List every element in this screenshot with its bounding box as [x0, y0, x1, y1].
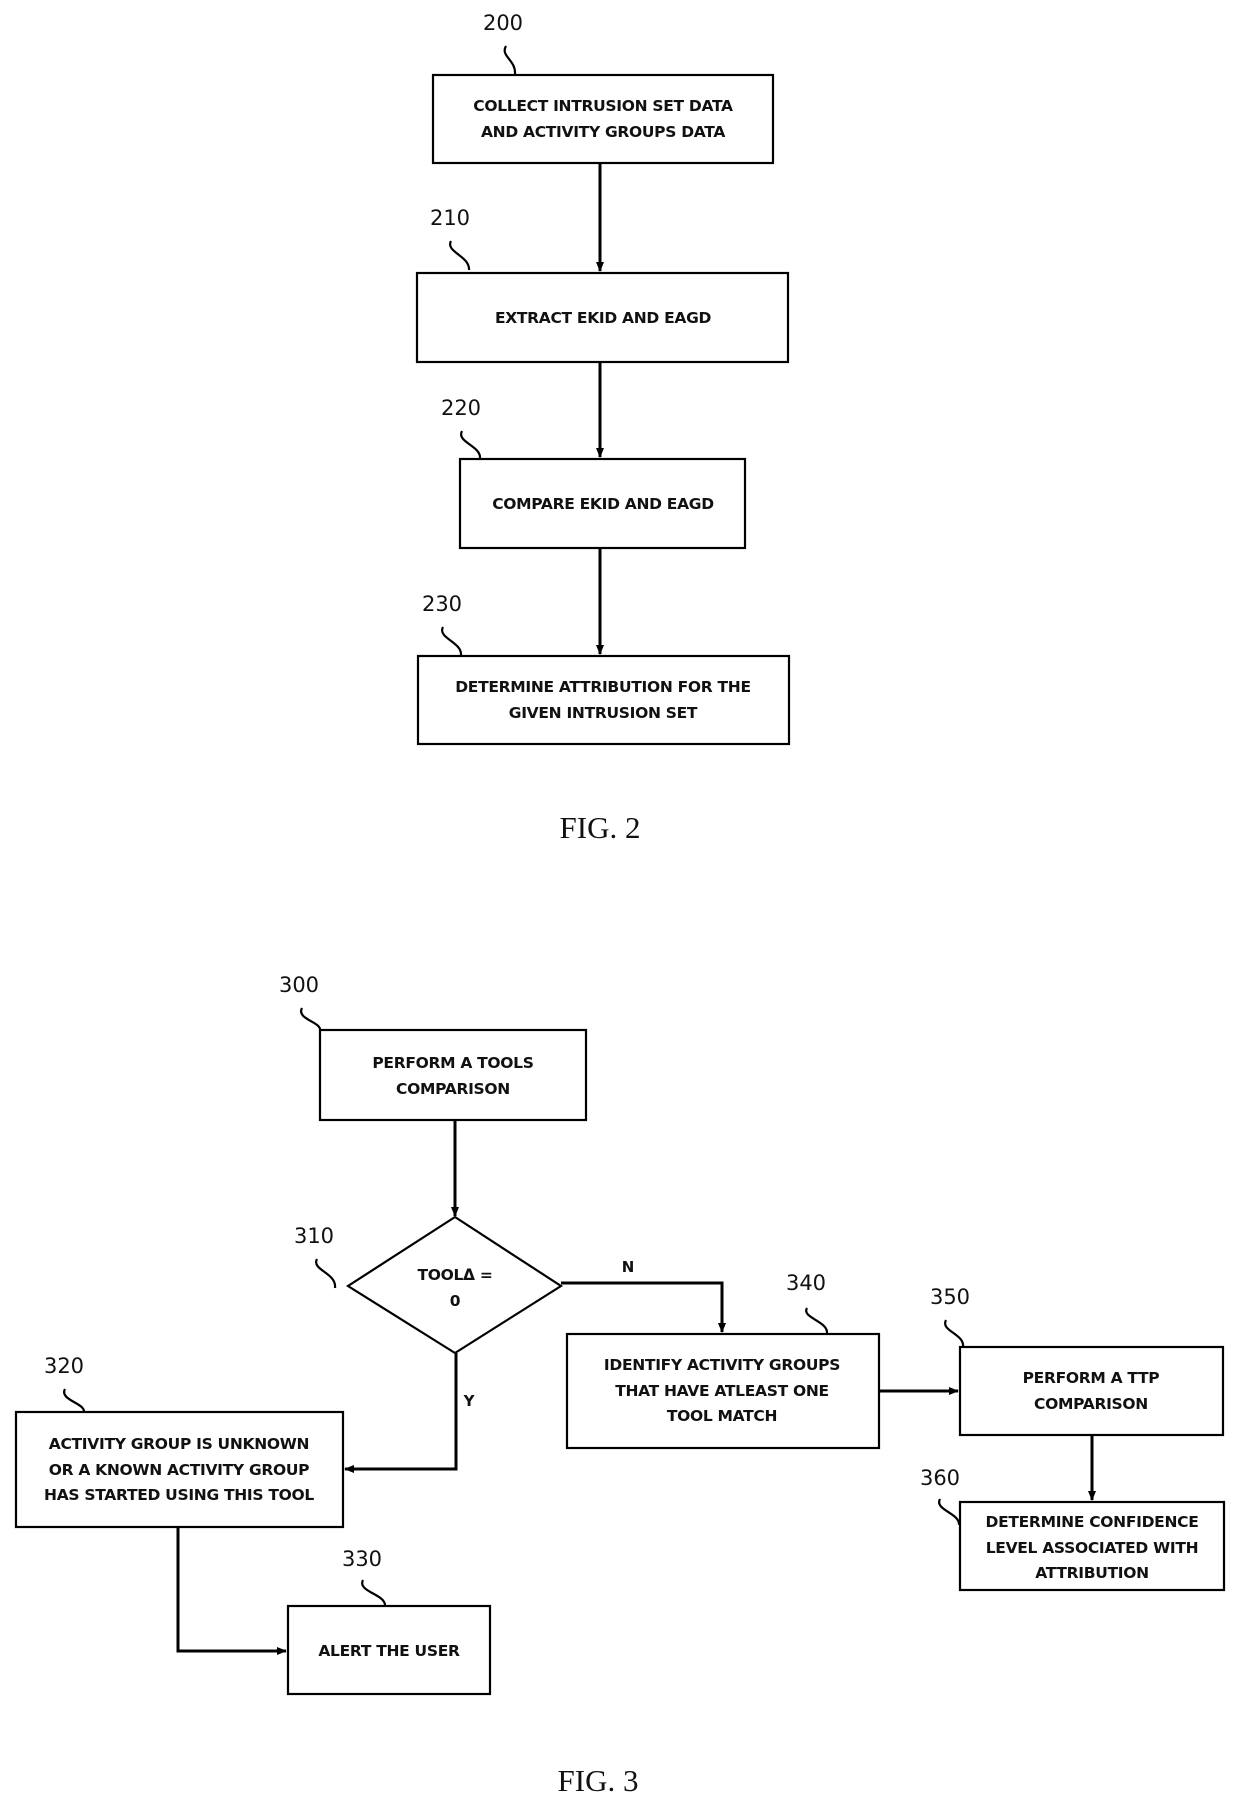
arrow-310-320-yes — [344, 1353, 458, 1473]
ref-label-360: 360 — [920, 1466, 960, 1490]
process-box-200 — [431, 73, 775, 165]
box-text-350-line1: PERFORM A TTP — [1023, 1369, 1160, 1387]
leader-360 — [938, 1498, 961, 1526]
leader-300 — [300, 1007, 322, 1031]
leader-320 — [63, 1388, 86, 1413]
ref-label-210: 210 — [430, 206, 470, 230]
step-200: 200 COLLECT INTRUSION SET DATA AND ACTIV… — [431, 11, 775, 165]
leader-220 — [460, 430, 482, 459]
step-320: 320 ACTIVITY GROUP IS UNKNOWN OR A KNOWN… — [14, 1354, 345, 1529]
branch-label-no: N — [622, 1258, 635, 1276]
box-text-300-line1: PERFORM A TOOLS — [372, 1054, 533, 1072]
step-220: 220 COMPARE EKID AND EAGD — [441, 396, 747, 550]
box-text-360-line2: LEVEL ASSOCIATED WITH — [986, 1539, 1199, 1557]
decision-text-310-line1: TOOLΔ = — [417, 1266, 492, 1284]
figure-caption-2: FIG. 2 — [560, 810, 641, 845]
box-text-320-line3: HAS STARTED USING THIS TOOL — [44, 1486, 314, 1504]
box-text-360-line1: DETERMINE CONFIDENCE — [986, 1513, 1199, 1531]
branch-label-yes: Y — [463, 1392, 476, 1410]
box-text-340-line1: IDENTIFY ACTIVITY GROUPS — [604, 1356, 840, 1374]
step-210: 210 EXTRACT EKID AND EAGD — [415, 206, 790, 364]
box-text-340-line3: TOOL MATCH — [667, 1407, 777, 1425]
box-text-330-line1: ALERT THE USER — [318, 1642, 460, 1660]
patent-flowcharts: 200 COLLECT INTRUSION SET DATA AND ACTIV… — [14, 11, 1226, 1798]
process-box-230 — [416, 654, 791, 746]
leader-330 — [361, 1579, 387, 1607]
step-330: 330 ALERT THE USER — [286, 1547, 492, 1696]
leader-210 — [449, 240, 471, 271]
leader-340 — [805, 1307, 829, 1335]
figure-2: 200 COLLECT INTRUSION SET DATA AND ACTIV… — [415, 11, 791, 845]
box-text-230-line2: GIVEN INTRUSION SET — [509, 704, 698, 722]
step-230: 230 DETERMINE ATTRIBUTION FOR THE GIVEN … — [416, 592, 791, 746]
leader-230 — [441, 626, 463, 656]
ref-label-220: 220 — [441, 396, 481, 420]
box-text-340-line2: THAT HAVE ATLEAST ONE — [615, 1382, 829, 1400]
box-text-320-line2: OR A KNOWN ACTIVITY GROUP — [49, 1461, 309, 1479]
box-text-210-line1: EXTRACT EKID AND EAGD — [495, 309, 712, 327]
decision-diamond-310 — [345, 1215, 564, 1355]
box-text-360-line3: ATTRIBUTION — [1035, 1564, 1149, 1582]
box-text-200-line1: COLLECT INTRUSION SET DATA — [473, 97, 733, 115]
leader-200 — [503, 45, 517, 75]
ref-label-350: 350 — [930, 1285, 970, 1309]
ref-label-200: 200 — [483, 11, 523, 35]
arrow-320-330 — [176, 1527, 287, 1655]
step-360: 360 DETERMINE CONFIDENCE LEVEL ASSOCIATE… — [920, 1466, 1226, 1592]
step-310: 310 TOOLΔ = 0 — [294, 1215, 564, 1355]
box-text-220-line1: COMPARE EKID AND EAGD — [492, 495, 714, 513]
box-text-300-line2: COMPARISON — [396, 1080, 510, 1098]
ref-label-330: 330 — [342, 1547, 382, 1571]
ref-label-300: 300 — [279, 973, 319, 997]
box-text-320-line1: ACTIVITY GROUP IS UNKNOWN — [49, 1435, 309, 1453]
ref-label-230: 230 — [422, 592, 462, 616]
process-box-350 — [958, 1345, 1225, 1437]
box-text-230-line1: DETERMINE ATTRIBUTION FOR THE — [455, 678, 751, 696]
box-text-350-line2: COMPARISON — [1034, 1395, 1148, 1413]
step-300: 300 PERFORM A TOOLS COMPARISON — [279, 973, 588, 1122]
leader-350 — [944, 1319, 965, 1348]
arrow-310-340-no — [561, 1281, 726, 1333]
ref-label-320: 320 — [44, 1354, 84, 1378]
box-text-200-line2: AND ACTIVITY GROUPS DATA — [481, 123, 725, 141]
process-box-300 — [318, 1028, 588, 1122]
decision-text-310-line2: 0 — [450, 1292, 461, 1310]
step-350: 350 PERFORM A TTP COMPARISON — [930, 1285, 1225, 1437]
leader-310 — [315, 1258, 337, 1289]
ref-label-340: 340 — [786, 1271, 826, 1295]
figure-caption-3: FIG. 3 — [558, 1763, 639, 1798]
ref-label-310: 310 — [294, 1224, 334, 1248]
figure-3: 300 PERFORM A TOOLS COMPARISON 310 TOOLΔ… — [14, 973, 1226, 1798]
